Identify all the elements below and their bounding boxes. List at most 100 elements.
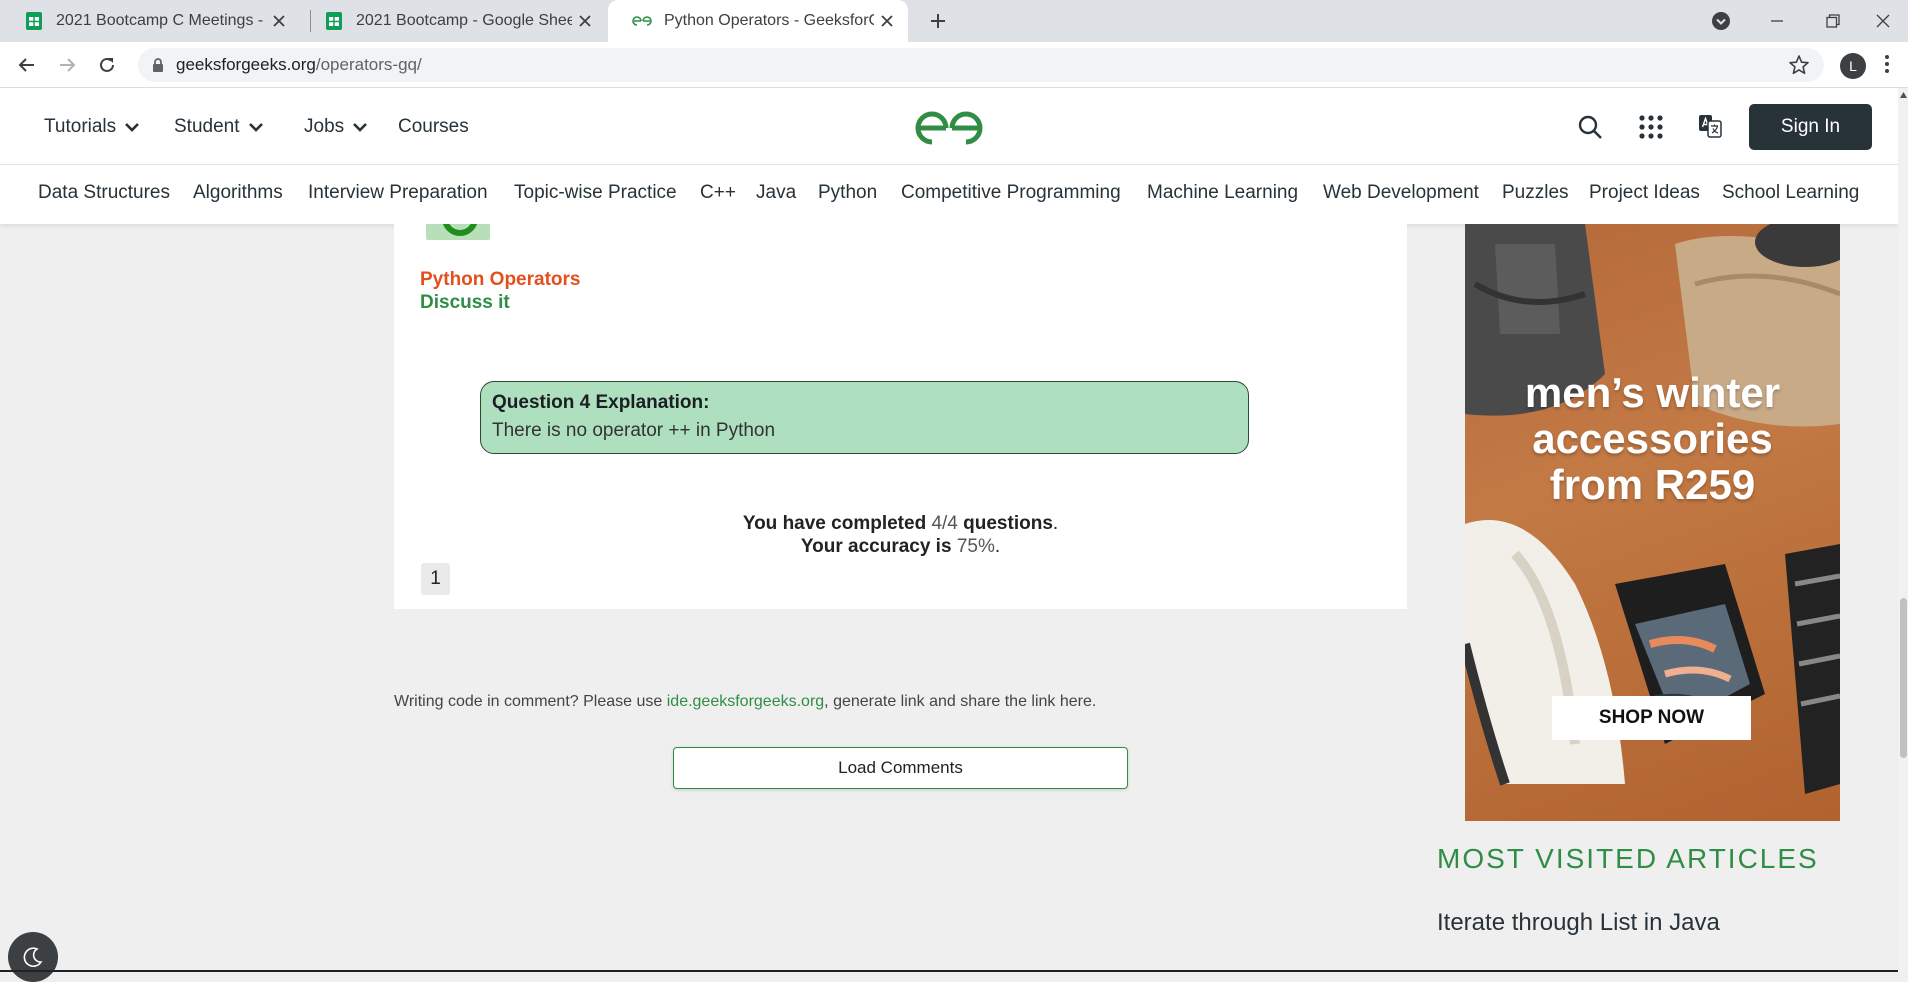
ad-headline-line1: men’s winter	[1524, 369, 1781, 416]
minimize-button[interactable]	[1752, 0, 1802, 42]
restore-icon	[1826, 14, 1840, 28]
explanation-text: There is no operator ++ in Python	[492, 420, 776, 441]
browser-toolbar: geeksforgeeks.org/operators-gq/ L	[0, 42, 1908, 88]
nav-label: Tutorials	[44, 116, 117, 137]
comment-note-text: Writing code in comment? Please use	[394, 693, 667, 710]
tab-python-operators[interactable]: Python Operators - GeeksforGeeks	[608, 0, 908, 42]
close-icon[interactable]	[266, 8, 292, 34]
search-icon[interactable]	[1577, 114, 1603, 140]
subnav-python[interactable]: Python	[818, 182, 877, 204]
tab-search-button[interactable]	[1696, 0, 1746, 42]
subnav-interview-preparation[interactable]: Interview Preparation	[308, 182, 488, 204]
article-link[interactable]: Iterate through List in Java	[1437, 909, 1720, 937]
category-nav: Data Structures Algorithms Interview Pre…	[0, 165, 1898, 224]
profile-avatar[interactable]: L	[1840, 53, 1866, 79]
author-avatar	[426, 224, 490, 240]
close-icon	[1876, 14, 1890, 28]
sign-in-button[interactable]: Sign In	[1749, 104, 1872, 150]
chevron-down-icon	[353, 123, 368, 132]
close-icon[interactable]	[572, 8, 598, 34]
reload-button[interactable]	[92, 50, 122, 80]
chevron-down-icon	[248, 123, 263, 132]
explanation-title: Question 4 Explanation:	[492, 392, 710, 413]
restore-button[interactable]	[1808, 0, 1858, 42]
subnav-puzzles[interactable]: Puzzles	[1502, 182, 1569, 204]
tab-title: 2021 Bootcamp C Meetings - Go	[56, 12, 266, 29]
subnav-cpp[interactable]: C++	[700, 182, 736, 204]
ad-headline-line2: accessories	[1532, 415, 1773, 462]
subnav-project-ideas[interactable]: Project Ideas	[1589, 182, 1700, 204]
forward-button[interactable]	[52, 50, 82, 80]
load-comments-button[interactable]: Load Comments	[673, 747, 1128, 789]
tab-title: Python Operators - GeeksforGeeks	[664, 12, 874, 29]
new-tab-button[interactable]	[922, 6, 954, 36]
tab-title: 2021 Bootcamp - Google Sheets	[356, 12, 572, 29]
advertisement-banner[interactable]: men’s winter accessories from R259 SHOP …	[1465, 224, 1840, 821]
accuracy-summary: Your accuracy is 75%.	[800, 536, 1001, 557]
plus-icon	[931, 14, 945, 28]
ad-headline-line3: from R259	[1549, 461, 1756, 508]
subnav-algorithms[interactable]: Algorithms	[193, 182, 283, 204]
reload-icon	[100, 57, 114, 72]
comment-instructions: Writing code in comment? Please use ide.…	[394, 693, 1096, 711]
nav-label: Courses	[398, 116, 469, 137]
arrow-left-icon	[18, 58, 34, 72]
minimize-icon	[1771, 20, 1783, 22]
nav-label: Jobs	[304, 116, 345, 137]
site-header: Tutorials Student Jobs Courses Sign In	[0, 88, 1898, 165]
bookmark-star-icon[interactable]	[1788, 54, 1810, 76]
subnav-school-learning[interactable]: School Learning	[1722, 182, 1859, 204]
subnav-java[interactable]: Java	[756, 182, 796, 204]
nav-label: Student	[174, 116, 240, 137]
completed-count: 4/4	[931, 513, 958, 534]
more-vert-icon[interactable]	[1884, 54, 1890, 74]
nav-jobs[interactable]: Jobs	[304, 116, 368, 138]
translate-icon[interactable]	[1698, 114, 1722, 138]
subnav-competitive-programming[interactable]: Competitive Programming	[901, 182, 1121, 204]
address-bar[interactable]: geeksforgeeks.org/operators-gq/	[138, 48, 1824, 82]
ide-link[interactable]: ide.geeksforgeeks.org	[667, 693, 824, 710]
ad-shop-now-button[interactable]: SHOP NOW	[1552, 696, 1751, 740]
completed-label: You have completed	[742, 513, 927, 534]
explanation-box: Question 4 Explanation: There is no oper…	[480, 381, 1249, 454]
gfg-icon	[632, 16, 652, 26]
completion-summary: You have completed 4/4 questions.	[742, 513, 1059, 534]
page-scrollbar-thumb[interactable]	[1900, 598, 1907, 758]
most-visited-heading: MOST VISITED ARTICLES	[1437, 843, 1819, 874]
url-domain: geeksforgeeks.org	[176, 55, 316, 74]
discuss-link[interactable]: Discuss it	[420, 292, 510, 314]
moon-icon	[23, 947, 43, 968]
arrow-right-icon	[60, 58, 76, 72]
dark-mode-toggle[interactable]	[8, 932, 58, 982]
lock-icon	[153, 58, 163, 72]
tab-bootcamp-meetings[interactable]: 2021 Bootcamp C Meetings - Go	[0, 0, 300, 42]
google-sheets-icon	[326, 12, 342, 30]
browser-tab-strip: 2021 Bootcamp C Meetings - Go 2021 Bootc…	[0, 0, 1908, 42]
nav-student[interactable]: Student	[174, 116, 264, 138]
subnav-machine-learning[interactable]: Machine Learning	[1147, 182, 1298, 204]
subnav-topic-wise-practice[interactable]: Topic-wise Practice	[514, 182, 677, 204]
close-window-button[interactable]	[1858, 0, 1908, 42]
url-path: /operators-gq/	[315, 55, 422, 74]
page-number-button[interactable]: 1	[421, 563, 450, 595]
nav-tutorials[interactable]: Tutorials	[44, 116, 140, 138]
accuracy-value: 75%	[956, 536, 995, 557]
apps-grid-icon[interactable]	[1638, 114, 1664, 140]
comment-note-text: , generate link and share the link here.	[824, 693, 1097, 710]
gfg-logo[interactable]	[912, 108, 986, 148]
quiz-result-card: Python Operators Discuss it Question 4 E…	[394, 224, 1407, 609]
scroll-up-arrow-icon[interactable]	[1900, 92, 1907, 98]
nav-courses[interactable]: Courses	[398, 116, 469, 138]
subnav-web-development[interactable]: Web Development	[1323, 182, 1479, 204]
tab-bootcamp-sheets[interactable]: 2021 Bootcamp - Google Sheets	[300, 0, 606, 42]
completed-suffix: questions	[963, 513, 1053, 534]
chevron-down-icon	[125, 123, 140, 132]
page-scrollbar-track[interactable]	[1898, 88, 1908, 972]
back-button[interactable]	[12, 50, 42, 80]
close-icon[interactable]	[874, 8, 900, 34]
topic-link[interactable]: Python Operators	[420, 269, 580, 291]
subnav-data-structures[interactable]: Data Structures	[38, 182, 170, 204]
chevron-down-circle-icon	[1712, 12, 1730, 30]
google-sheets-icon	[26, 12, 42, 30]
accuracy-label: Your accuracy is	[800, 536, 952, 557]
